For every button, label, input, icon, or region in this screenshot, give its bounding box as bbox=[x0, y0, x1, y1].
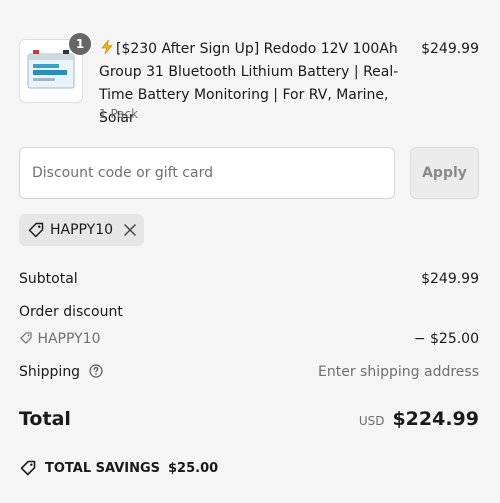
currency-code: USD bbox=[358, 414, 385, 428]
tag-icon bbox=[20, 460, 36, 476]
close-icon bbox=[124, 224, 136, 236]
lightning-bolt-icon bbox=[101, 39, 113, 55]
subtotal-label: Subtotal bbox=[19, 271, 78, 287]
discount-code-input[interactable]: Discount code or gift card bbox=[19, 147, 395, 199]
tag-icon bbox=[28, 222, 44, 238]
total-value: $224.99 bbox=[392, 408, 479, 430]
discount-placeholder: Discount code or gift card bbox=[32, 165, 213, 181]
quantity-badge: 1 bbox=[69, 33, 91, 55]
discount-value: − $25.00 bbox=[413, 331, 479, 347]
tag-icon bbox=[20, 332, 32, 344]
remove-discount-button[interactable] bbox=[123, 223, 137, 237]
subtotal-value: $249.99 bbox=[421, 271, 479, 287]
apply-button[interactable]: Apply bbox=[410, 147, 479, 199]
product-title: [$230 After Sign Up] Redodo 12V 100Ah Gr… bbox=[99, 38, 414, 130]
total-amount-group: USD $224.99 bbox=[359, 408, 479, 430]
applied-code-label: HAPPY10 bbox=[50, 222, 114, 238]
product-title-text: [$230 After Sign Up] Redodo 12V 100Ah Gr… bbox=[99, 41, 399, 126]
discount-code-row: HAPPY10 − $25.00 bbox=[19, 331, 479, 347]
savings-value: $25.00 bbox=[168, 460, 219, 476]
product-variant: 1 Pack bbox=[99, 107, 139, 121]
order-discount-label: Order discount bbox=[19, 304, 123, 320]
shipping-value: Enter shipping address bbox=[318, 364, 479, 380]
product-price: $249.99 bbox=[421, 41, 479, 57]
shipping-row: Shipping Enter shipping address bbox=[19, 364, 479, 380]
help-icon[interactable] bbox=[88, 364, 103, 378]
applied-discount-chip: HAPPY10 bbox=[19, 214, 144, 246]
total-savings: TOTAL SAVINGS $25.00 bbox=[19, 459, 218, 477]
discount-code-line: HAPPY10 bbox=[19, 331, 101, 347]
subtotal-row: Subtotal $249.99 bbox=[19, 271, 479, 287]
savings-label: TOTAL SAVINGS bbox=[45, 460, 161, 476]
total-label: Total bbox=[19, 408, 71, 430]
discount-code-text: HAPPY10 bbox=[37, 331, 101, 347]
shipping-label: Shipping bbox=[19, 364, 81, 380]
order-discount-row: Order discount bbox=[19, 304, 479, 320]
line-item: 1 [$230 After Sign Up] Redodo 12V 100Ah … bbox=[19, 33, 479, 130]
